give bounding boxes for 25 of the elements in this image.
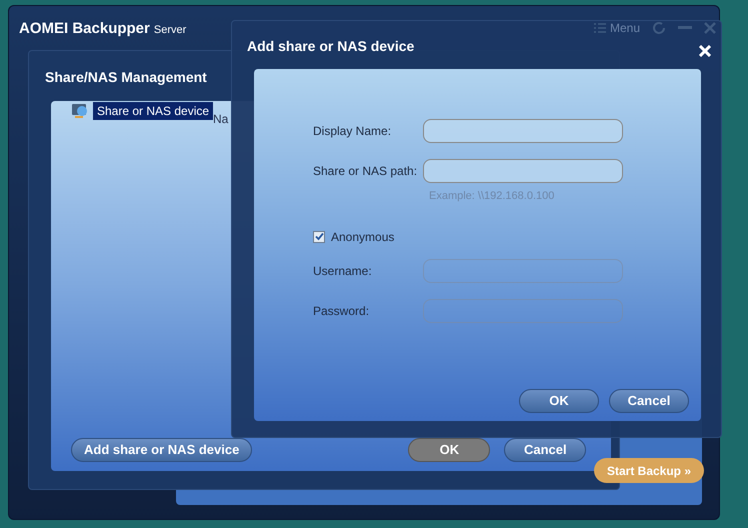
menu-button[interactable]: Menu [610,19,640,37]
network-drive-icon [71,103,89,119]
tree-item[interactable]: Share or NAS device [93,102,214,120]
field-label: Share or NAS path: [313,163,418,180]
add-device-button[interactable]: Add share or NAS device [71,438,252,462]
start-backup-button[interactable]: Start Backup » [594,458,704,483]
input-field[interactable] [423,119,623,143]
refresh-icon[interactable] [652,21,666,35]
dialog-button[interactable]: Cancel [504,438,586,462]
minimize-icon[interactable] [678,26,692,30]
path-hint: Example: \\192.168.0.100 [429,189,556,204]
field-label: Display Name: [313,123,392,140]
app-title: AOMEI Backupper [19,19,150,39]
dialog-button[interactable]: Cancel [609,389,689,413]
checkbox[interactable] [313,230,325,242]
dialog-title: Add share or NAS device [247,36,414,56]
menu-icon[interactable] [594,23,606,33]
checkbox-label: Anonymous [331,228,394,246]
field-label: Username: [313,262,373,280]
input-field[interactable] [423,159,623,183]
window-title: Share/NAS Management [44,68,208,87]
column-header: Na [213,111,228,128]
field-label: Password: [313,302,370,320]
app-edition: Server [154,23,186,38]
dialog-button[interactable]: OK [519,389,599,413]
